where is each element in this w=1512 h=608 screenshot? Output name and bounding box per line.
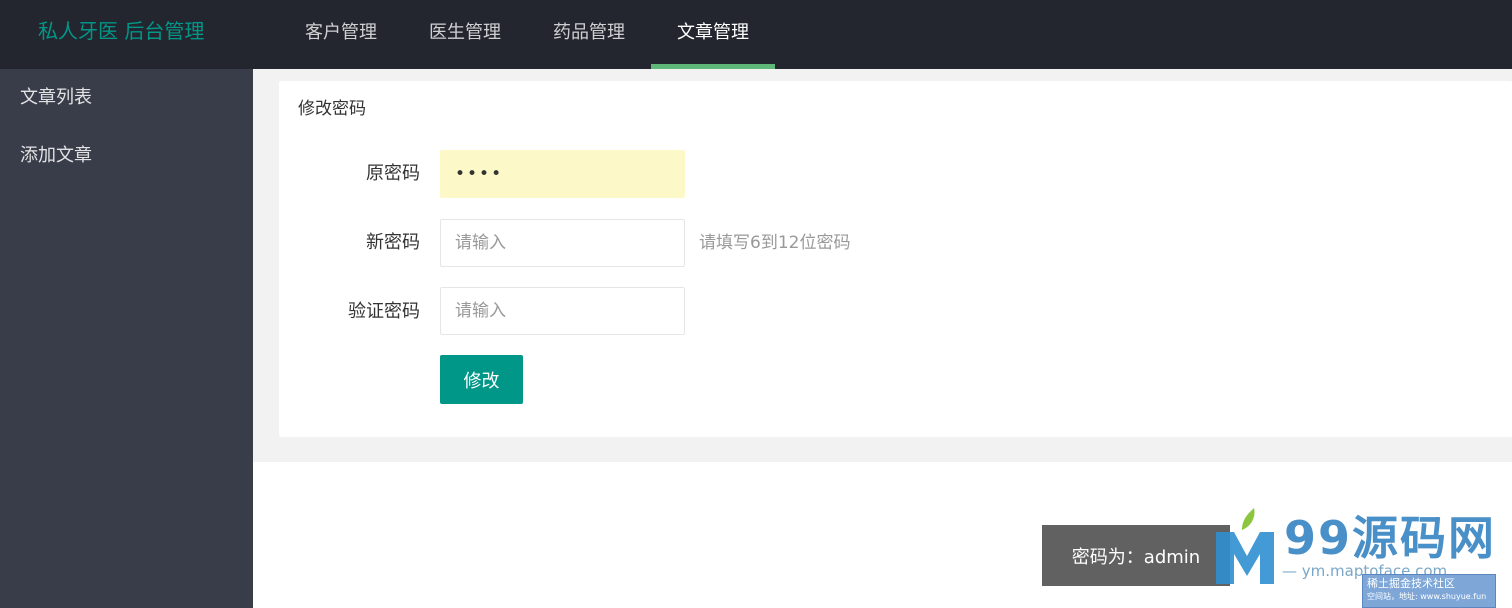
new-password-input[interactable]: [440, 219, 685, 267]
nav-item-label: 医生管理: [429, 22, 501, 43]
top-header: 私人牙医 后台管理 客户管理 医生管理 药品管理 文章管理: [0, 0, 1512, 69]
top-nav: 客户管理 医生管理 药品管理 文章管理: [279, 0, 775, 69]
card-title: 修改密码: [298, 99, 366, 119]
sidebar-item-label: 文章列表: [20, 87, 92, 108]
nav-medicine-management[interactable]: 药品管理: [527, 0, 651, 69]
nav-item-label: 客户管理: [305, 22, 377, 43]
confirm-password-label: 验证密码: [348, 301, 420, 322]
watermark-site-name: 99源码网: [1284, 511, 1497, 565]
new-password-label: 新密码: [366, 232, 420, 253]
new-password-tip: 请填写6到12位密码: [699, 233, 851, 253]
confirm-password-input[interactable]: [440, 287, 685, 335]
badge-line-1: 稀土掘金技术社区: [1367, 577, 1455, 590]
nav-item-label: 文章管理: [677, 22, 749, 43]
site-watermark: 99源码网 — ym.maptoface.com 稀土掘金技术社区 空间站，地址…: [1212, 500, 1512, 608]
submit-button[interactable]: 修改: [440, 355, 523, 404]
badge-line-2: 空间站，地址: www.shuyue.fun: [1367, 592, 1487, 601]
sidebar-item-label: 添加文章: [20, 145, 92, 166]
sidebar-item-add-article[interactable]: 添加文章: [0, 127, 253, 185]
nav-customer-management[interactable]: 客户管理: [279, 0, 403, 69]
app-root: 私人牙医 后台管理 客户管理 医生管理 药品管理 文章管理 文章列表 添加文章 …: [0, 0, 1512, 608]
app-logo: 私人牙医 后台管理: [38, 19, 205, 43]
sidebar-item-article-list[interactable]: 文章列表: [0, 69, 253, 127]
old-password-input[interactable]: [440, 150, 685, 198]
nav-article-management[interactable]: 文章管理: [651, 0, 775, 69]
password-hint-toast: 密码为：admin: [1042, 525, 1230, 586]
watermark-logo-icon: [1216, 508, 1274, 584]
nav-doctor-management[interactable]: 医生管理: [403, 0, 527, 69]
old-password-label: 原密码: [366, 163, 420, 184]
sidebar: 文章列表 添加文章: [0, 69, 253, 608]
watermark-badge: 稀土掘金技术社区 空间站，地址: www.shuyue.fun: [1362, 574, 1496, 608]
toast-text: 密码为：admin: [1071, 546, 1201, 568]
nav-item-label: 药品管理: [553, 22, 625, 43]
